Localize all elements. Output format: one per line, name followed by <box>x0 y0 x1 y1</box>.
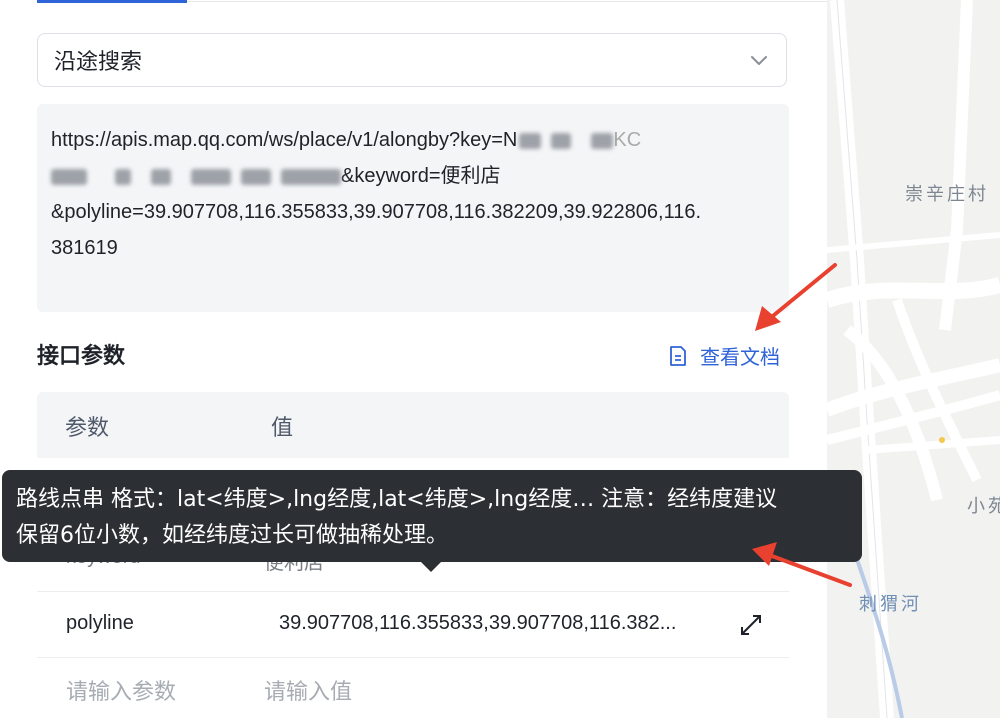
map-label-partial: 小苑 <box>967 496 1000 517</box>
url-line-2-tail: &keyword=便利店 <box>341 165 501 187</box>
document-icon <box>670 345 686 366</box>
url-line-1: https://apis.map.qq.com/ws/place/v1/alon… <box>51 129 518 151</box>
param-value[interactable]: 39.907708,116.355833,39.907708,116.382..… <box>279 612 676 635</box>
url-line-1-tail: KC <box>613 129 642 151</box>
view-docs-link[interactable]: 查看文档 <box>668 341 780 370</box>
section-title-params: 接口参数 <box>37 343 126 368</box>
map-view[interactable]: 崇辛庄村 小苑 刺猬河 <box>827 0 1000 718</box>
param-value-input[interactable]: 请输入值 <box>264 674 352 706</box>
header-param: 参数 <box>65 415 110 440</box>
search-type-value: 沿途搜索 <box>54 49 143 74</box>
divider <box>187 1 827 2</box>
param-name[interactable]: polyline <box>66 612 134 635</box>
header-value: 值 <box>271 415 294 440</box>
tooltip-line-2: 保留6位小数，如经纬度过长可做抽稀处理。 <box>16 523 448 548</box>
chevron-down-icon <box>751 56 767 65</box>
map-label-village: 崇辛庄村 <box>905 184 989 205</box>
table-row[interactable]: polyline 39.907708,116.355833,39.907708,… <box>37 592 789 658</box>
tooltip-arrow <box>420 561 442 572</box>
view-docs-label: 查看文档 <box>700 347 780 369</box>
tooltip-line-1: 路线点串 格式：lat<纬度>,lng经度,lat<纬度>,lng经度… 注意：… <box>16 487 778 512</box>
polyline-tooltip: 路线点串 格式：lat<纬度>,lng经度,lat<纬度>,lng经度… 注意：… <box>2 470 862 562</box>
param-name-input[interactable]: 请输入参数 <box>66 674 176 706</box>
api-panel: 沿途搜索 https://apis.map.qq.com/ws/place/v1… <box>0 0 827 718</box>
search-type-select[interactable]: 沿途搜索 <box>37 33 787 87</box>
url-line-3: &polyline=39.907708,116.355833,39.907708… <box>51 201 702 223</box>
map-label-river: 刺猬河 <box>859 594 922 615</box>
new-param-row[interactable]: 请输入参数 请输入值 <box>37 658 789 724</box>
active-tab-indicator <box>37 0 187 3</box>
request-url-box[interactable]: https://apis.map.qq.com/ws/place/v1/alon… <box>37 104 789 312</box>
url-line-4: 381619 <box>51 237 118 259</box>
params-table-header: 参数 值 <box>37 392 789 458</box>
expand-icon[interactable] <box>738 612 764 638</box>
